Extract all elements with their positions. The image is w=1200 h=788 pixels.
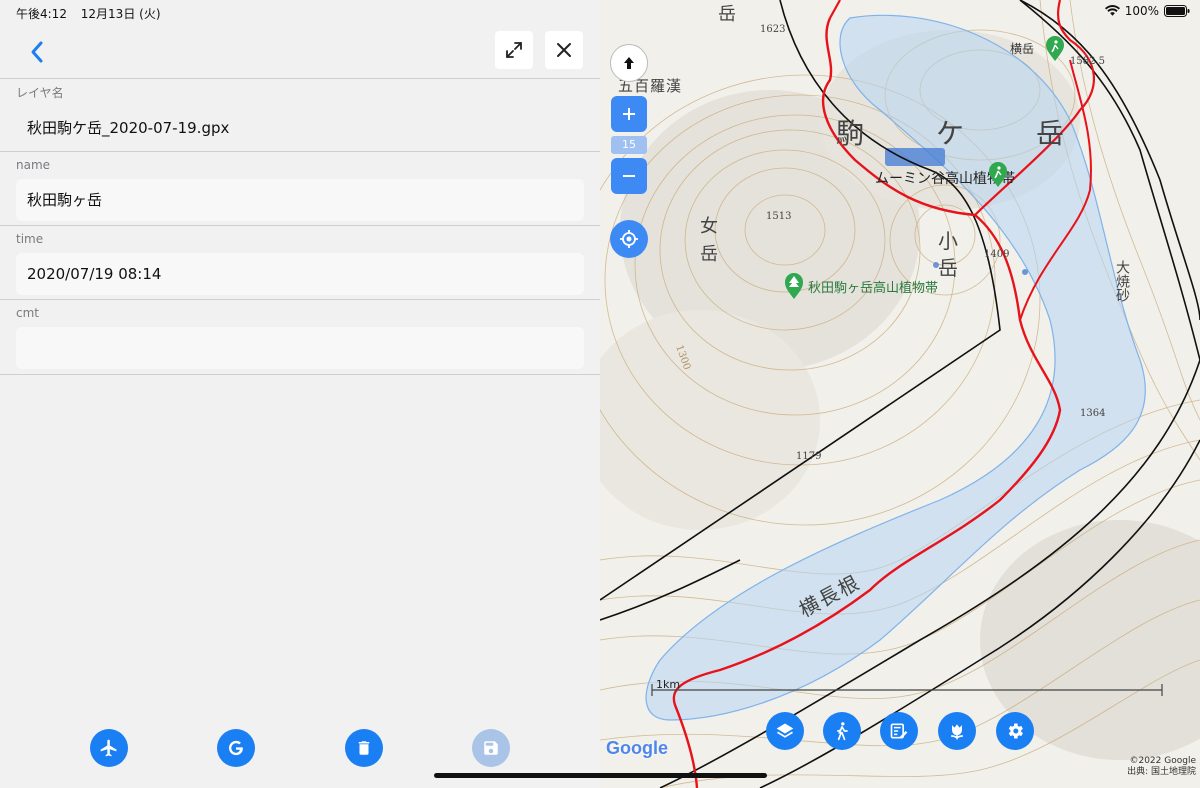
hiking-poi-icon[interactable] (1044, 36, 1066, 62)
divider (0, 299, 600, 300)
status-time: 午後4:12 (16, 7, 67, 21)
airplane-button[interactable] (90, 729, 128, 767)
settings-button[interactable] (996, 712, 1034, 750)
battery-icon (1164, 5, 1190, 17)
plus-icon (623, 108, 635, 120)
copyright-text: ©2022 Google (1129, 756, 1196, 766)
edit-list-icon (890, 723, 908, 739)
map-label: 岳 (700, 244, 718, 265)
chevron-left-icon (31, 41, 43, 63)
divider (0, 225, 600, 226)
elevation-label: 1623 (760, 24, 786, 35)
map-label: 小 (938, 229, 958, 253)
layer-name-label: レイヤ名 (16, 86, 64, 100)
expand-button[interactable] (495, 31, 533, 69)
save-icon (484, 741, 498, 755)
elevation-label: 1582.5 (1070, 56, 1105, 67)
google-logo: Google (606, 738, 668, 758)
divider (0, 78, 600, 79)
google-icon (228, 740, 243, 756)
divider (0, 374, 600, 375)
wifi-icon (1104, 5, 1120, 16)
arrow-up-icon (624, 57, 634, 69)
map-label: 岳 (938, 256, 958, 280)
map-label: 岳 (1036, 117, 1065, 150)
location-target-icon (620, 230, 638, 248)
name-label: name (16, 158, 51, 172)
battery-percent: 100% (1124, 4, 1159, 18)
edit-list-button[interactable] (880, 712, 918, 750)
time-field[interactable]: 2020/07/19 08:14 (16, 253, 584, 295)
topo-map (600, 0, 1200, 788)
source-text: 出典: 国土地理院 (1127, 767, 1196, 777)
map-view[interactable]: 岳 1623 五百羅漢 横岳 1582.5 駒 ケ 岳 ムーミン谷高山植物帯 女… (600, 0, 1200, 788)
divider (0, 151, 600, 152)
expand-icon (506, 42, 522, 58)
my-location-button[interactable] (610, 220, 648, 258)
time-label: time (16, 232, 44, 246)
hiking-icon (837, 722, 848, 741)
layers-icon (776, 723, 794, 738)
elevation-label: 1179 (796, 451, 822, 462)
save-button[interactable] (472, 729, 510, 767)
scale-label: 1km (656, 678, 681, 691)
cmt-label: cmt (16, 306, 39, 320)
elevation-label: 1409 (984, 249, 1010, 260)
map-label: 大焼砂 (1114, 260, 1130, 302)
hiking-poi-icon[interactable] (987, 162, 1009, 188)
elevation-label: 1364 (1080, 408, 1106, 419)
google-button[interactable] (217, 729, 255, 767)
elevation-label: 1513 (766, 211, 792, 222)
minus-icon (623, 175, 635, 177)
zoom-level: 15 (611, 136, 647, 154)
home-indicator (434, 773, 767, 778)
map-label: 駒 (836, 117, 865, 150)
zoom-out-button[interactable] (611, 158, 647, 194)
status-date: 12月13日 (火) (80, 7, 161, 21)
hiking-mode-button[interactable] (823, 712, 861, 750)
close-icon (557, 43, 571, 57)
layer-detail-panel: 午後4:12 12月13日 (火) レイヤ名 秋田駒ケ岳_2020-07-19.… (0, 0, 600, 788)
settings-icon (1008, 723, 1023, 739)
trash-icon (358, 741, 370, 755)
plant-zone-label: 秋田駒ヶ岳高山植物帯 (808, 281, 939, 296)
map-attribution: ©2022 Google 出典: 国土地理院 (1127, 756, 1196, 778)
tree-poi-icon[interactable] (783, 272, 805, 300)
compass-button[interactable] (610, 44, 648, 82)
layer-name-value: 秋田駒ケ岳_2020-07-19.gpx (27, 119, 230, 137)
name-field[interactable]: 秋田駒ヶ岳 (16, 179, 584, 221)
delete-button[interactable] (345, 729, 383, 767)
cmt-field[interactable] (16, 327, 584, 369)
layers-button[interactable] (766, 712, 804, 750)
peak-label: 横岳 (1010, 42, 1035, 56)
back-button[interactable] (24, 38, 52, 66)
status-bar-left: 午後4:12 12月13日 (火) (16, 5, 171, 22)
airplane-icon (100, 739, 117, 757)
tulip-icon (951, 724, 963, 740)
map-label: 岳 (718, 4, 736, 25)
zoom-in-button[interactable] (611, 96, 647, 132)
map-label: ケ (936, 117, 965, 150)
close-button[interactable] (545, 31, 583, 69)
tulip-button[interactable] (938, 712, 976, 750)
map-label: 女 (700, 216, 718, 237)
status-bar-right: 100% (1104, 4, 1190, 18)
